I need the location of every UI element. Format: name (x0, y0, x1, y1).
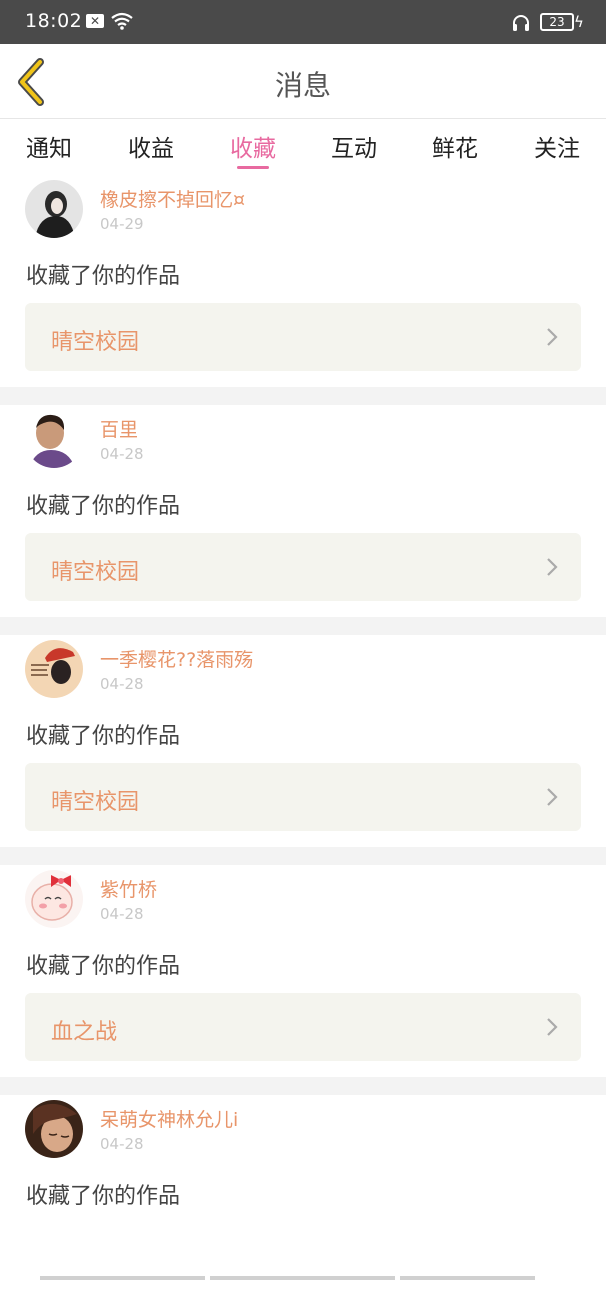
timestamp: 04-28 (100, 675, 144, 693)
page-title: 消息 (274, 69, 331, 102)
divider (0, 847, 606, 865)
divider (0, 1077, 606, 1095)
bottom-nav-hint (0, 1274, 606, 1280)
action-text: 收藏了你的作品 (26, 264, 181, 289)
timestamp: 04-28 (100, 905, 144, 923)
chevron-right-icon (547, 558, 558, 576)
work-title: 晴空校园 (51, 330, 140, 355)
divider (210, 1276, 395, 1280)
list-item: 一季樱花??落雨殇 04-28 收藏了你的作品 晴空校园 (0, 635, 606, 847)
tab-notifications[interactable]: 通知 (0, 129, 99, 163)
favorites-feed: 橡皮擦不掉回忆¤ 04-29 收藏了你的作品 晴空校园 百里 04-28 收藏了… (0, 175, 606, 1307)
list-item: 百里 04-28 收藏了你的作品 晴空校园 (0, 405, 606, 617)
tab-interactions[interactable]: 互动 (304, 129, 404, 163)
work-title: 晴空校园 (51, 790, 140, 815)
avatar[interactable] (25, 1100, 83, 1158)
work-title: 晴空校园 (51, 560, 140, 585)
username[interactable]: 呆萌女神林允儿i (100, 1105, 238, 1132)
avatar[interactable] (25, 180, 83, 238)
header: 消息 (0, 44, 606, 119)
chevron-right-icon (547, 1018, 558, 1036)
battery-indicator: 23 (540, 13, 574, 31)
work-card[interactable]: 晴空校园 (25, 763, 581, 831)
action-text: 收藏了你的作品 (26, 724, 181, 749)
divider (0, 617, 606, 635)
avatar[interactable] (25, 640, 83, 698)
chevron-right-icon (547, 788, 558, 806)
avatar[interactable] (25, 870, 83, 928)
username[interactable]: 一季樱花??落雨殇 (100, 645, 253, 672)
username[interactable]: 橡皮擦不掉回忆¤ (100, 185, 245, 212)
tab-bar: 通知 收益 收藏 互动 鲜花 关注 (0, 119, 606, 175)
active-tab-indicator (237, 166, 269, 169)
tab-earnings[interactable]: 收益 (101, 129, 201, 163)
x-notification-icon: ✕ (86, 14, 104, 28)
status-bar: 18:02 ✕ 23 ϟ (0, 0, 606, 44)
tab-favorites[interactable]: 收藏 (203, 129, 303, 163)
list-item: 紫竹桥 04-28 收藏了你的作品 血之战 (0, 865, 606, 1077)
action-text: 收藏了你的作品 (26, 1184, 181, 1209)
timestamp: 04-28 (100, 1135, 144, 1153)
charging-icon: ϟ (574, 13, 584, 31)
username[interactable]: 紫竹桥 (100, 875, 157, 902)
avatar[interactable] (25, 410, 83, 468)
wifi-icon (111, 12, 133, 30)
divider (40, 1276, 205, 1280)
username[interactable]: 百里 (100, 415, 138, 442)
headset-icon (513, 15, 529, 31)
tab-flowers[interactable]: 鲜花 (405, 129, 505, 163)
action-text: 收藏了你的作品 (26, 494, 181, 519)
work-card[interactable]: 血之战 (25, 993, 581, 1061)
battery-level: 23 (549, 15, 565, 29)
divider (0, 387, 606, 405)
work-title: 血之战 (51, 1020, 118, 1045)
work-card[interactable]: 晴空校园 (25, 533, 581, 601)
tab-following[interactable]: 关注 (507, 129, 606, 163)
tab-favorites-label: 收藏 (230, 136, 276, 162)
action-text: 收藏了你的作品 (26, 954, 181, 979)
timestamp: 04-29 (100, 215, 144, 233)
chevron-right-icon (547, 328, 558, 346)
list-item: 橡皮擦不掉回忆¤ 04-29 收藏了你的作品 晴空校园 (0, 175, 606, 387)
timestamp: 04-28 (100, 445, 144, 463)
status-time: 18:02 (25, 10, 83, 32)
work-card[interactable]: 晴空校园 (25, 303, 581, 371)
divider (400, 1276, 535, 1280)
